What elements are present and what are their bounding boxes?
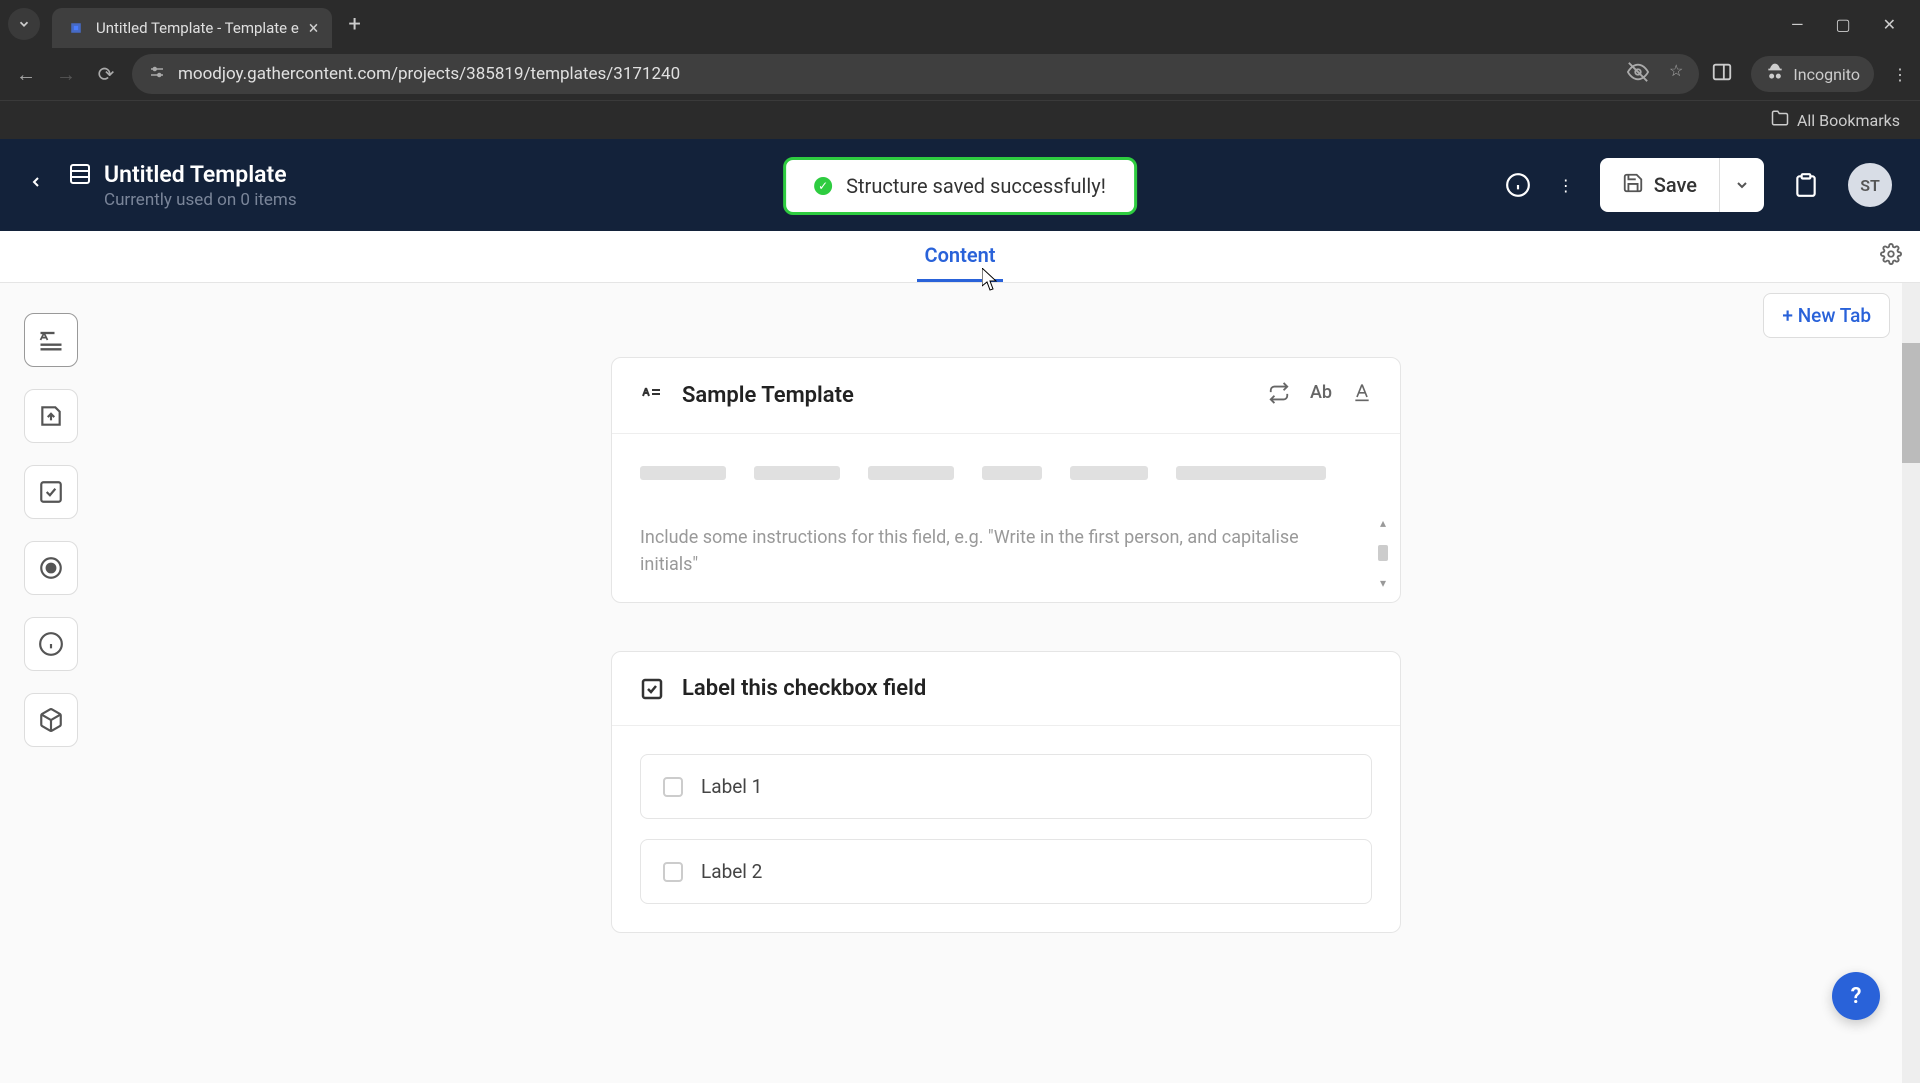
incognito-icon <box>1765 62 1785 86</box>
reload-icon[interactable]: ⟳ <box>92 62 120 86</box>
bookmarks-bar: All Bookmarks <box>0 100 1920 139</box>
panel-icon[interactable] <box>1711 61 1733 87</box>
format-icon[interactable] <box>1352 382 1372 409</box>
all-bookmarks-link[interactable]: All Bookmarks <box>1771 109 1900 131</box>
checkbox-label: Label 2 <box>701 860 762 883</box>
scrollbar[interactable] <box>1902 283 1920 1083</box>
text-field-title: Sample Template <box>682 383 854 408</box>
folder-icon <box>1771 109 1789 131</box>
help-button[interactable]: ? <box>1832 972 1880 1020</box>
save-button[interactable]: Save <box>1600 158 1764 212</box>
instructions-placeholder: Include some instructions for this field… <box>640 524 1372 578</box>
repeat-icon[interactable] <box>1268 382 1290 409</box>
tab-settings-icon[interactable] <box>1880 243 1902 270</box>
save-label: Save <box>1654 173 1697 197</box>
skeleton-placeholder <box>612 434 1400 504</box>
maximize-icon[interactable]: ▢ <box>1835 15 1850 34</box>
minimize-icon[interactable]: — <box>1791 15 1804 34</box>
check-circle-icon: ✓ <box>814 177 832 195</box>
window-controls: — ▢ ✕ <box>1791 15 1912 34</box>
scroll-indicator[interactable]: ▴ ▾ <box>1376 516 1390 590</box>
bookmark-star-icon[interactable]: ☆ <box>1669 61 1683 87</box>
checkbox-field-title: Label this checkbox field <box>682 676 926 701</box>
incognito-badge[interactable]: Incognito <box>1751 56 1874 92</box>
canvas: + New Tab Sample Template Ab <box>92 283 1920 1083</box>
incognito-label: Incognito <box>1793 65 1860 84</box>
new-tab-button[interactable]: + <box>348 12 360 37</box>
checkbox-field-icon <box>640 677 664 701</box>
text-field-tool[interactable] <box>24 313 78 367</box>
scroll-up-icon[interactable]: ▴ <box>1380 516 1386 530</box>
template-subtitle: Currently used on 0 items <box>104 190 297 210</box>
attachment-field-tool[interactable] <box>24 389 78 443</box>
content-tabs-bar: Content <box>0 231 1920 283</box>
save-dropdown-button[interactable] <box>1719 158 1764 212</box>
tab-close-icon[interactable]: × <box>309 18 319 39</box>
checkbox-field-tool[interactable] <box>24 465 78 519</box>
browser-chrome: Untitled Template - Template e × + — ▢ ✕… <box>0 0 1920 139</box>
browser-tab[interactable]: Untitled Template - Template e × <box>52 8 332 48</box>
url-bar[interactable]: moodjoy.gathercontent.com/projects/38581… <box>132 54 1699 94</box>
close-window-icon[interactable]: ✕ <box>1883 15 1896 34</box>
template-title: Untitled Template <box>104 161 287 188</box>
scroll-down-icon[interactable]: ▾ <box>1380 576 1386 590</box>
checkbox-input[interactable] <box>663 862 683 882</box>
guideline-field-tool[interactable] <box>24 617 78 671</box>
forward-icon[interactable]: → <box>52 62 80 87</box>
site-settings-icon[interactable] <box>148 63 166 85</box>
new-tab-button[interactable]: + New Tab <box>1763 293 1890 338</box>
field-toolbar <box>0 283 92 1083</box>
checkbox-input[interactable] <box>663 777 683 797</box>
text-format-label[interactable]: Ab <box>1310 382 1332 409</box>
bookmarks-label: All Bookmarks <box>1797 111 1900 130</box>
radio-field-tool[interactable] <box>24 541 78 595</box>
tab-favicon-icon <box>62 14 90 42</box>
back-icon[interactable]: ← <box>12 62 40 87</box>
scrollbar-thumb[interactable] <box>1902 343 1920 463</box>
tab-search-dropdown[interactable] <box>8 8 40 40</box>
help-label: ? <box>1851 984 1862 1009</box>
app-header: Untitled Template Currently used on 0 it… <box>0 139 1920 231</box>
info-icon[interactable] <box>1504 171 1532 199</box>
scroll-thumb[interactable] <box>1378 545 1388 561</box>
checkbox-label: Label 1 <box>701 775 762 798</box>
text-field-card[interactable]: Sample Template Ab <box>611 357 1401 603</box>
eye-off-icon[interactable] <box>1627 61 1649 87</box>
browser-menu-icon[interactable]: ⋮ <box>1892 65 1908 84</box>
checkbox-option[interactable]: Label 2 <box>640 839 1372 904</box>
tab-title: Untitled Template - Template e <box>96 19 299 37</box>
checkbox-field-card[interactable]: Label this checkbox field Label 1 Label … <box>611 651 1401 933</box>
toast-message: Structure saved successfully! <box>846 174 1106 198</box>
template-icon <box>68 162 92 186</box>
success-toast: ✓ Structure saved successfully! <box>783 157 1137 215</box>
avatar-initials: ST <box>1860 176 1880 195</box>
template-info: Untitled Template Currently used on 0 it… <box>68 161 297 210</box>
instructions-area[interactable]: Include some instructions for this field… <box>612 504 1400 602</box>
component-field-tool[interactable] <box>24 693 78 747</box>
clipboard-icon[interactable] <box>1784 163 1828 207</box>
url-text: moodjoy.gathercontent.com/projects/38581… <box>178 64 680 84</box>
checkbox-option[interactable]: Label 1 <box>640 754 1372 819</box>
user-avatar[interactable]: ST <box>1848 163 1892 207</box>
more-menu-icon[interactable]: ⋮ <box>1552 171 1580 199</box>
main-area: + New Tab Sample Template Ab <box>0 283 1920 1083</box>
app-back-button[interactable] <box>28 168 44 203</box>
save-disk-icon <box>1622 172 1644 199</box>
address-bar: ← → ⟳ moodjoy.gathercontent.com/projects… <box>0 48 1920 100</box>
tab-content[interactable]: Content <box>917 231 1004 282</box>
text-field-icon <box>640 384 664 408</box>
tab-bar: Untitled Template - Template e × + — ▢ ✕ <box>0 0 1920 48</box>
